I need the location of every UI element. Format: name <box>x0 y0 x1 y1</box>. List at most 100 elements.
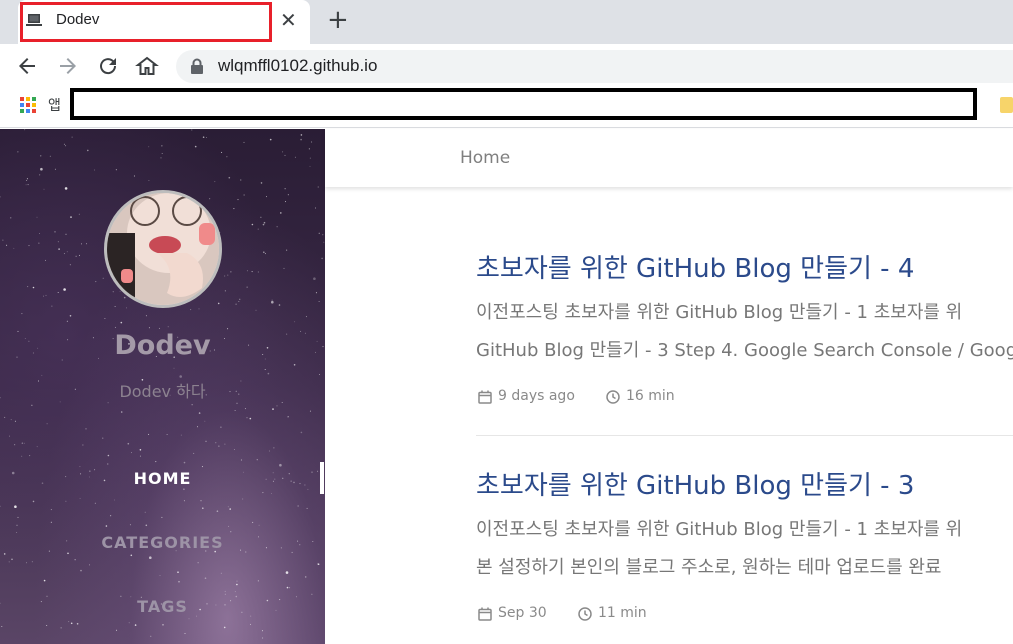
redacted-bookmarks-box <box>70 88 977 120</box>
star <box>114 306 116 307</box>
star <box>89 564 90 566</box>
star <box>262 492 264 494</box>
star <box>40 155 42 157</box>
star <box>104 318 106 319</box>
star <box>150 635 152 637</box>
star <box>167 326 169 328</box>
star <box>246 417 248 419</box>
star <box>14 505 17 509</box>
star <box>224 593 226 595</box>
star <box>311 141 313 143</box>
topbar-home-link[interactable]: Home <box>460 148 510 168</box>
post-excerpt-line: 본 설정하기 본인의 블로그 주소로, 원하는 테마 업로드를 완료 <box>476 557 942 578</box>
apps-label[interactable]: 앱 <box>48 95 61 115</box>
nav-tags[interactable]: TAGS <box>0 597 325 616</box>
star <box>257 580 259 582</box>
url-text[interactable]: wlqmffl0102.github.io <box>218 56 377 76</box>
star <box>79 254 80 256</box>
star <box>285 201 286 203</box>
site-title[interactable]: Dodev <box>0 330 325 361</box>
star <box>183 488 185 491</box>
star <box>258 524 260 526</box>
star <box>3 553 6 555</box>
star <box>251 271 253 273</box>
star <box>267 372 270 375</box>
star <box>65 500 67 502</box>
star <box>24 442 25 444</box>
star <box>139 455 141 457</box>
star <box>81 243 82 245</box>
star <box>10 419 12 421</box>
star <box>243 141 245 143</box>
post-title[interactable]: 초보자를 위한 GitHub Blog 만들기 - 3 <box>476 465 914 502</box>
star <box>305 316 307 318</box>
star <box>229 508 231 510</box>
star <box>159 575 161 576</box>
close-tab-icon[interactable]: ✕ <box>280 10 297 30</box>
avatar[interactable] <box>104 190 222 308</box>
star <box>204 420 206 422</box>
star <box>14 444 16 446</box>
star <box>202 507 204 510</box>
bookmark-folder-icon[interactable] <box>1000 97 1013 113</box>
post-title[interactable]: 초보자를 위한 GitHub Blog 만들기 - 4 <box>476 248 914 285</box>
star <box>58 248 60 250</box>
lock-icon[interactable] <box>190 58 204 74</box>
star <box>205 440 207 442</box>
star <box>317 563 319 565</box>
star <box>36 216 38 218</box>
star <box>262 630 263 632</box>
calendar-icon <box>478 390 492 404</box>
star <box>27 184 29 186</box>
star <box>217 302 220 305</box>
star <box>50 521 52 523</box>
new-tab-icon[interactable]: + <box>327 6 349 34</box>
star <box>119 290 121 292</box>
star <box>286 586 289 589</box>
star <box>319 374 320 375</box>
star <box>39 174 41 176</box>
star <box>200 500 202 502</box>
star <box>294 321 296 323</box>
star <box>257 228 259 230</box>
star <box>115 169 117 171</box>
star <box>107 454 110 457</box>
star <box>178 580 180 583</box>
star <box>127 442 130 445</box>
star <box>149 556 152 559</box>
star <box>221 151 223 153</box>
star <box>238 301 240 302</box>
star <box>16 524 18 526</box>
star <box>14 420 16 422</box>
star <box>315 292 317 294</box>
apps-grid-icon[interactable] <box>20 97 36 113</box>
back-icon[interactable] <box>15 54 39 78</box>
star <box>198 412 201 414</box>
star <box>107 463 109 465</box>
star <box>74 559 76 561</box>
star <box>285 571 289 574</box>
star <box>134 624 137 626</box>
reload-icon[interactable] <box>96 54 120 78</box>
star <box>126 307 127 309</box>
star <box>307 488 309 490</box>
star <box>242 498 244 500</box>
star <box>148 146 150 148</box>
star <box>39 233 40 234</box>
star <box>25 184 27 186</box>
star <box>252 521 254 523</box>
star <box>57 241 59 243</box>
forward-icon[interactable] <box>56 54 80 78</box>
star <box>43 579 46 582</box>
star <box>105 525 108 527</box>
nav-categories[interactable]: CATEGORIES <box>0 533 325 552</box>
star <box>282 151 284 153</box>
star <box>32 286 35 289</box>
star <box>17 151 19 153</box>
star <box>32 500 35 503</box>
star <box>112 291 114 293</box>
calendar-icon <box>478 607 492 621</box>
star <box>68 621 70 623</box>
nav-home[interactable]: HOME <box>0 469 325 488</box>
home-icon[interactable] <box>135 54 159 78</box>
